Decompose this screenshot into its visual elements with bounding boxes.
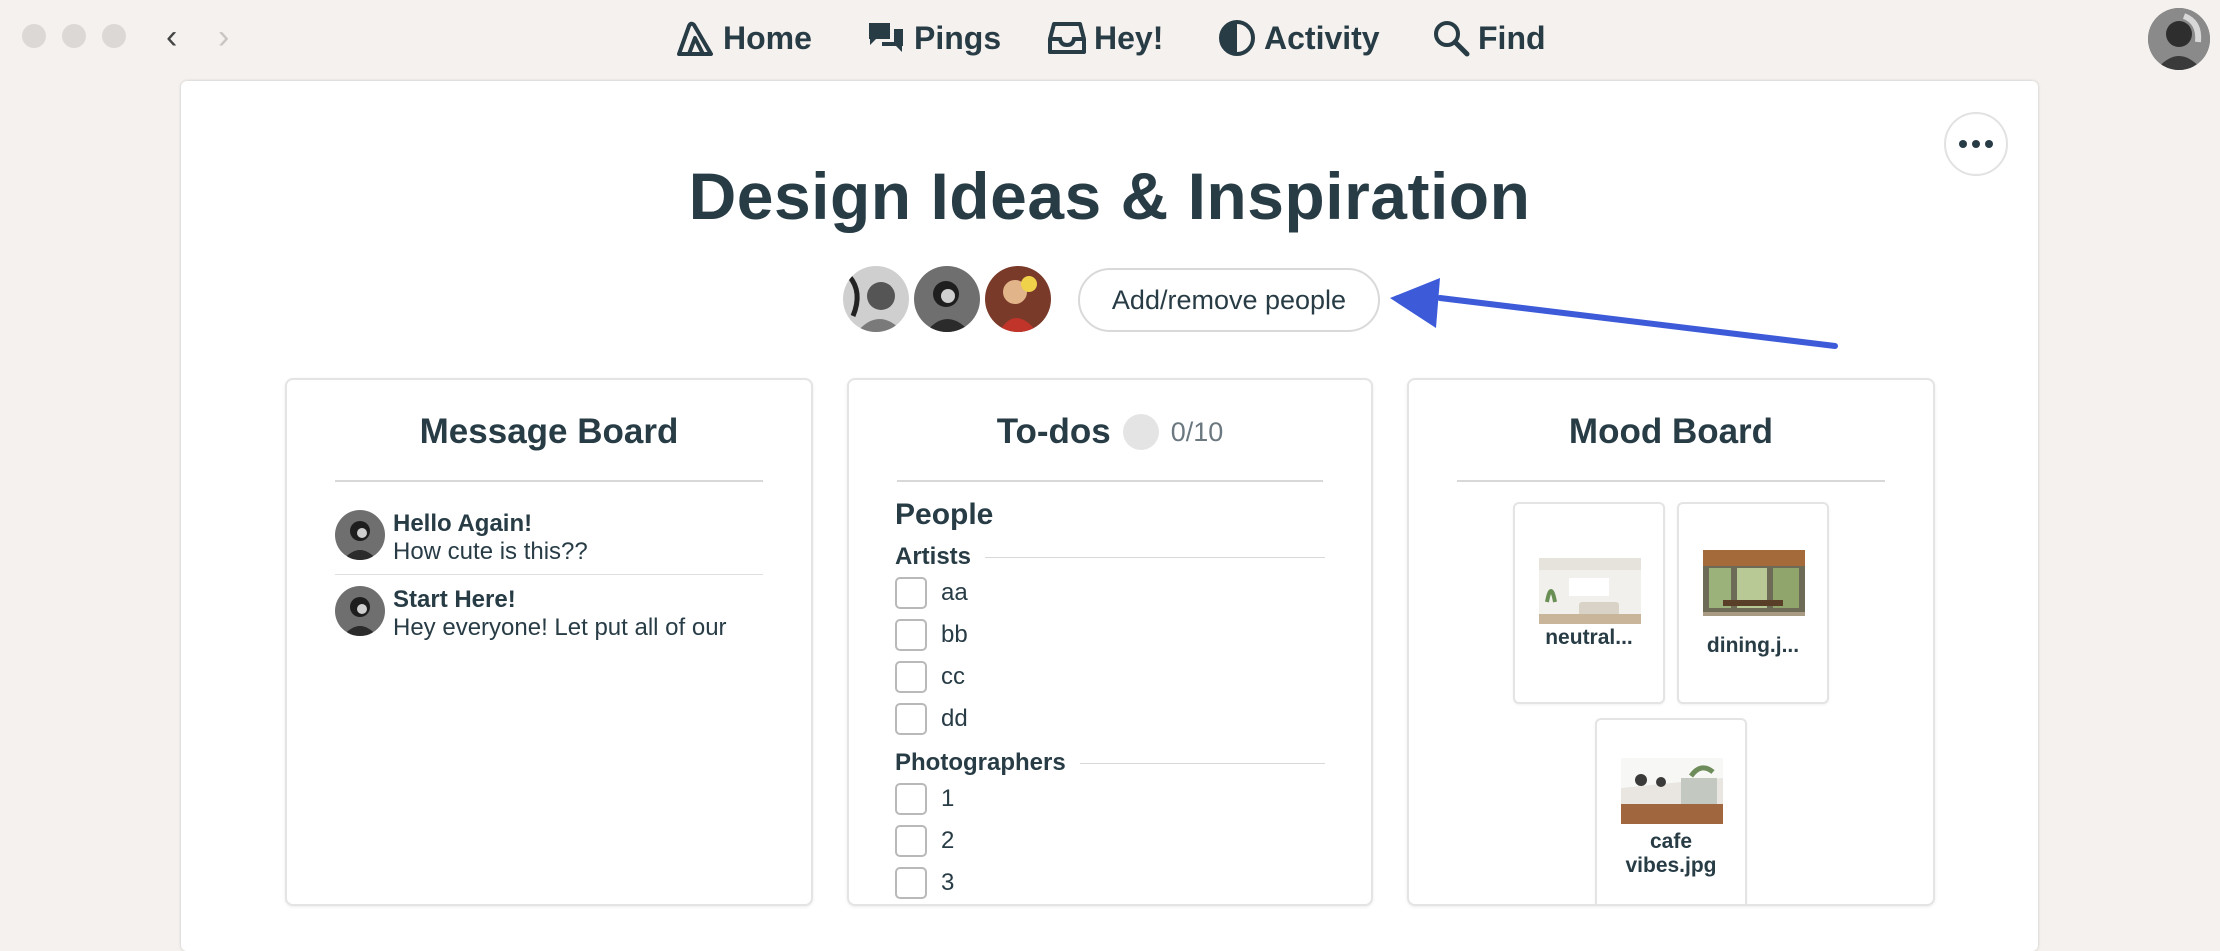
project-title: Design Ideas & Inspiration xyxy=(688,159,1531,233)
mood-board-title: Mood Board xyxy=(1568,412,1774,451)
todo-label: bb xyxy=(941,621,968,648)
mood-board-file[interactable]: dining.j... xyxy=(1677,502,1829,704)
todo-item[interactable]: 3 xyxy=(895,866,954,900)
pings-icon xyxy=(869,23,903,52)
todo-label: 2 xyxy=(941,827,955,854)
todos-title: To-dos xyxy=(996,412,1111,451)
divider xyxy=(335,574,763,575)
todo-item[interactable]: aa xyxy=(895,576,968,610)
mood-board-card[interactable]: Mood Board neutral... dining.j... cafe v… xyxy=(1407,378,1935,906)
inbox-icon xyxy=(1048,22,1086,54)
message-item[interactable]: Start Here! Hey everyone! Let put all of… xyxy=(335,582,763,652)
nav-pings-label: Pings xyxy=(914,19,1002,56)
nav-pings[interactable]: Pings xyxy=(866,16,1001,60)
file-name-line1: cafe xyxy=(1649,830,1693,853)
message-board-card[interactable]: Message Board Hello Again! How cute is t… xyxy=(285,378,813,906)
todo-item[interactable]: dd xyxy=(895,702,968,736)
back-arrow-icon[interactable]: ‹ xyxy=(166,20,177,54)
nav-hey-label: Hey! xyxy=(1094,19,1164,56)
window-close-button[interactable] xyxy=(22,24,46,48)
nav-find-label: Find xyxy=(1478,19,1546,56)
file-name: cafe vibes.jpg xyxy=(1601,830,1741,878)
message-subject: Start Here! xyxy=(393,586,516,613)
nav-find[interactable]: Find xyxy=(1432,16,1546,60)
add-remove-people-button[interactable]: Add/remove people xyxy=(1078,268,1380,332)
todo-label: 1 xyxy=(941,785,955,812)
image-thumbnail xyxy=(1621,758,1723,824)
todo-group-name: Artists xyxy=(895,543,972,570)
todo-item[interactable]: bb xyxy=(895,618,968,652)
window-minimize-button[interactable] xyxy=(62,24,86,48)
message-excerpt: How cute is this?? xyxy=(393,538,588,565)
todo-group-name: Photographers xyxy=(895,749,1066,776)
todo-label: 3 xyxy=(941,869,955,896)
todo-checkbox[interactable] xyxy=(895,577,927,609)
activity-icon xyxy=(1219,20,1255,56)
file-name: dining.j... xyxy=(1706,634,1800,657)
todo-checkbox[interactable] xyxy=(895,619,927,651)
person-avatar[interactable] xyxy=(985,266,1051,332)
search-icon xyxy=(1434,21,1470,57)
nav-activity-label: Activity xyxy=(1264,19,1380,56)
file-name: neutral... xyxy=(1545,626,1633,649)
message-subject: Hello Again! xyxy=(393,510,533,537)
mood-board-file[interactable]: neutral... xyxy=(1513,502,1665,704)
mood-board-file[interactable]: cafe vibes.jpg xyxy=(1595,718,1747,904)
nav-activity[interactable]: Activity xyxy=(1218,16,1380,60)
todo-checkbox[interactable] xyxy=(895,661,927,693)
todo-label: cc xyxy=(941,663,965,690)
home-icon xyxy=(677,21,713,56)
todo-checkbox[interactable] xyxy=(895,825,927,857)
top-bar: ‹ › Home Pings Hey! Activity Find xyxy=(0,0,2220,78)
nav-home-label: Home xyxy=(723,19,812,56)
person-avatar[interactable] xyxy=(843,266,909,332)
forward-arrow-icon[interactable]: › xyxy=(218,20,229,54)
todos-card[interactable]: To-dos 0/10 People Artists aa bb cc dd P… xyxy=(847,378,1373,906)
message-item[interactable]: Hello Again! How cute is this?? xyxy=(335,506,763,576)
todos-header: To-dos 0/10 xyxy=(849,412,1371,452)
todo-checkbox[interactable] xyxy=(895,703,927,735)
todos-progress: 0/10 xyxy=(1170,416,1224,447)
annotation-arrow xyxy=(1390,278,1838,349)
author-avatar xyxy=(335,510,385,560)
divider xyxy=(1457,480,1885,482)
file-name-line2: vibes.jpg xyxy=(1625,854,1717,877)
more-dots-icon xyxy=(1959,140,1967,148)
divider xyxy=(335,480,763,482)
divider xyxy=(897,480,1323,482)
todo-item[interactable]: 1 xyxy=(895,782,954,816)
todo-group-photographers: Photographers xyxy=(895,748,1325,778)
window-zoom-button[interactable] xyxy=(102,24,126,48)
todo-item[interactable]: 2 xyxy=(895,824,954,858)
image-thumbnail xyxy=(1703,550,1805,616)
message-board-title: Message Board xyxy=(419,412,679,451)
nav-home[interactable]: Home xyxy=(675,16,812,60)
todo-checkbox[interactable] xyxy=(895,867,927,899)
nav-hey[interactable]: Hey! xyxy=(1048,16,1163,60)
todo-item[interactable]: cc xyxy=(895,660,965,694)
image-thumbnail xyxy=(1539,558,1641,624)
person-avatar[interactable] xyxy=(914,266,980,332)
author-avatar xyxy=(335,586,385,636)
todo-group-artists: Artists xyxy=(895,542,1325,572)
message-excerpt: Hey everyone! Let put all of our xyxy=(393,614,727,641)
progress-ring-icon xyxy=(1122,414,1159,450)
todo-label: dd xyxy=(941,705,968,732)
my-avatar[interactable] xyxy=(2148,8,2210,70)
todo-checkbox[interactable] xyxy=(895,783,927,815)
todo-list-title[interactable]: People xyxy=(895,498,993,532)
todo-label: aa xyxy=(941,579,968,606)
